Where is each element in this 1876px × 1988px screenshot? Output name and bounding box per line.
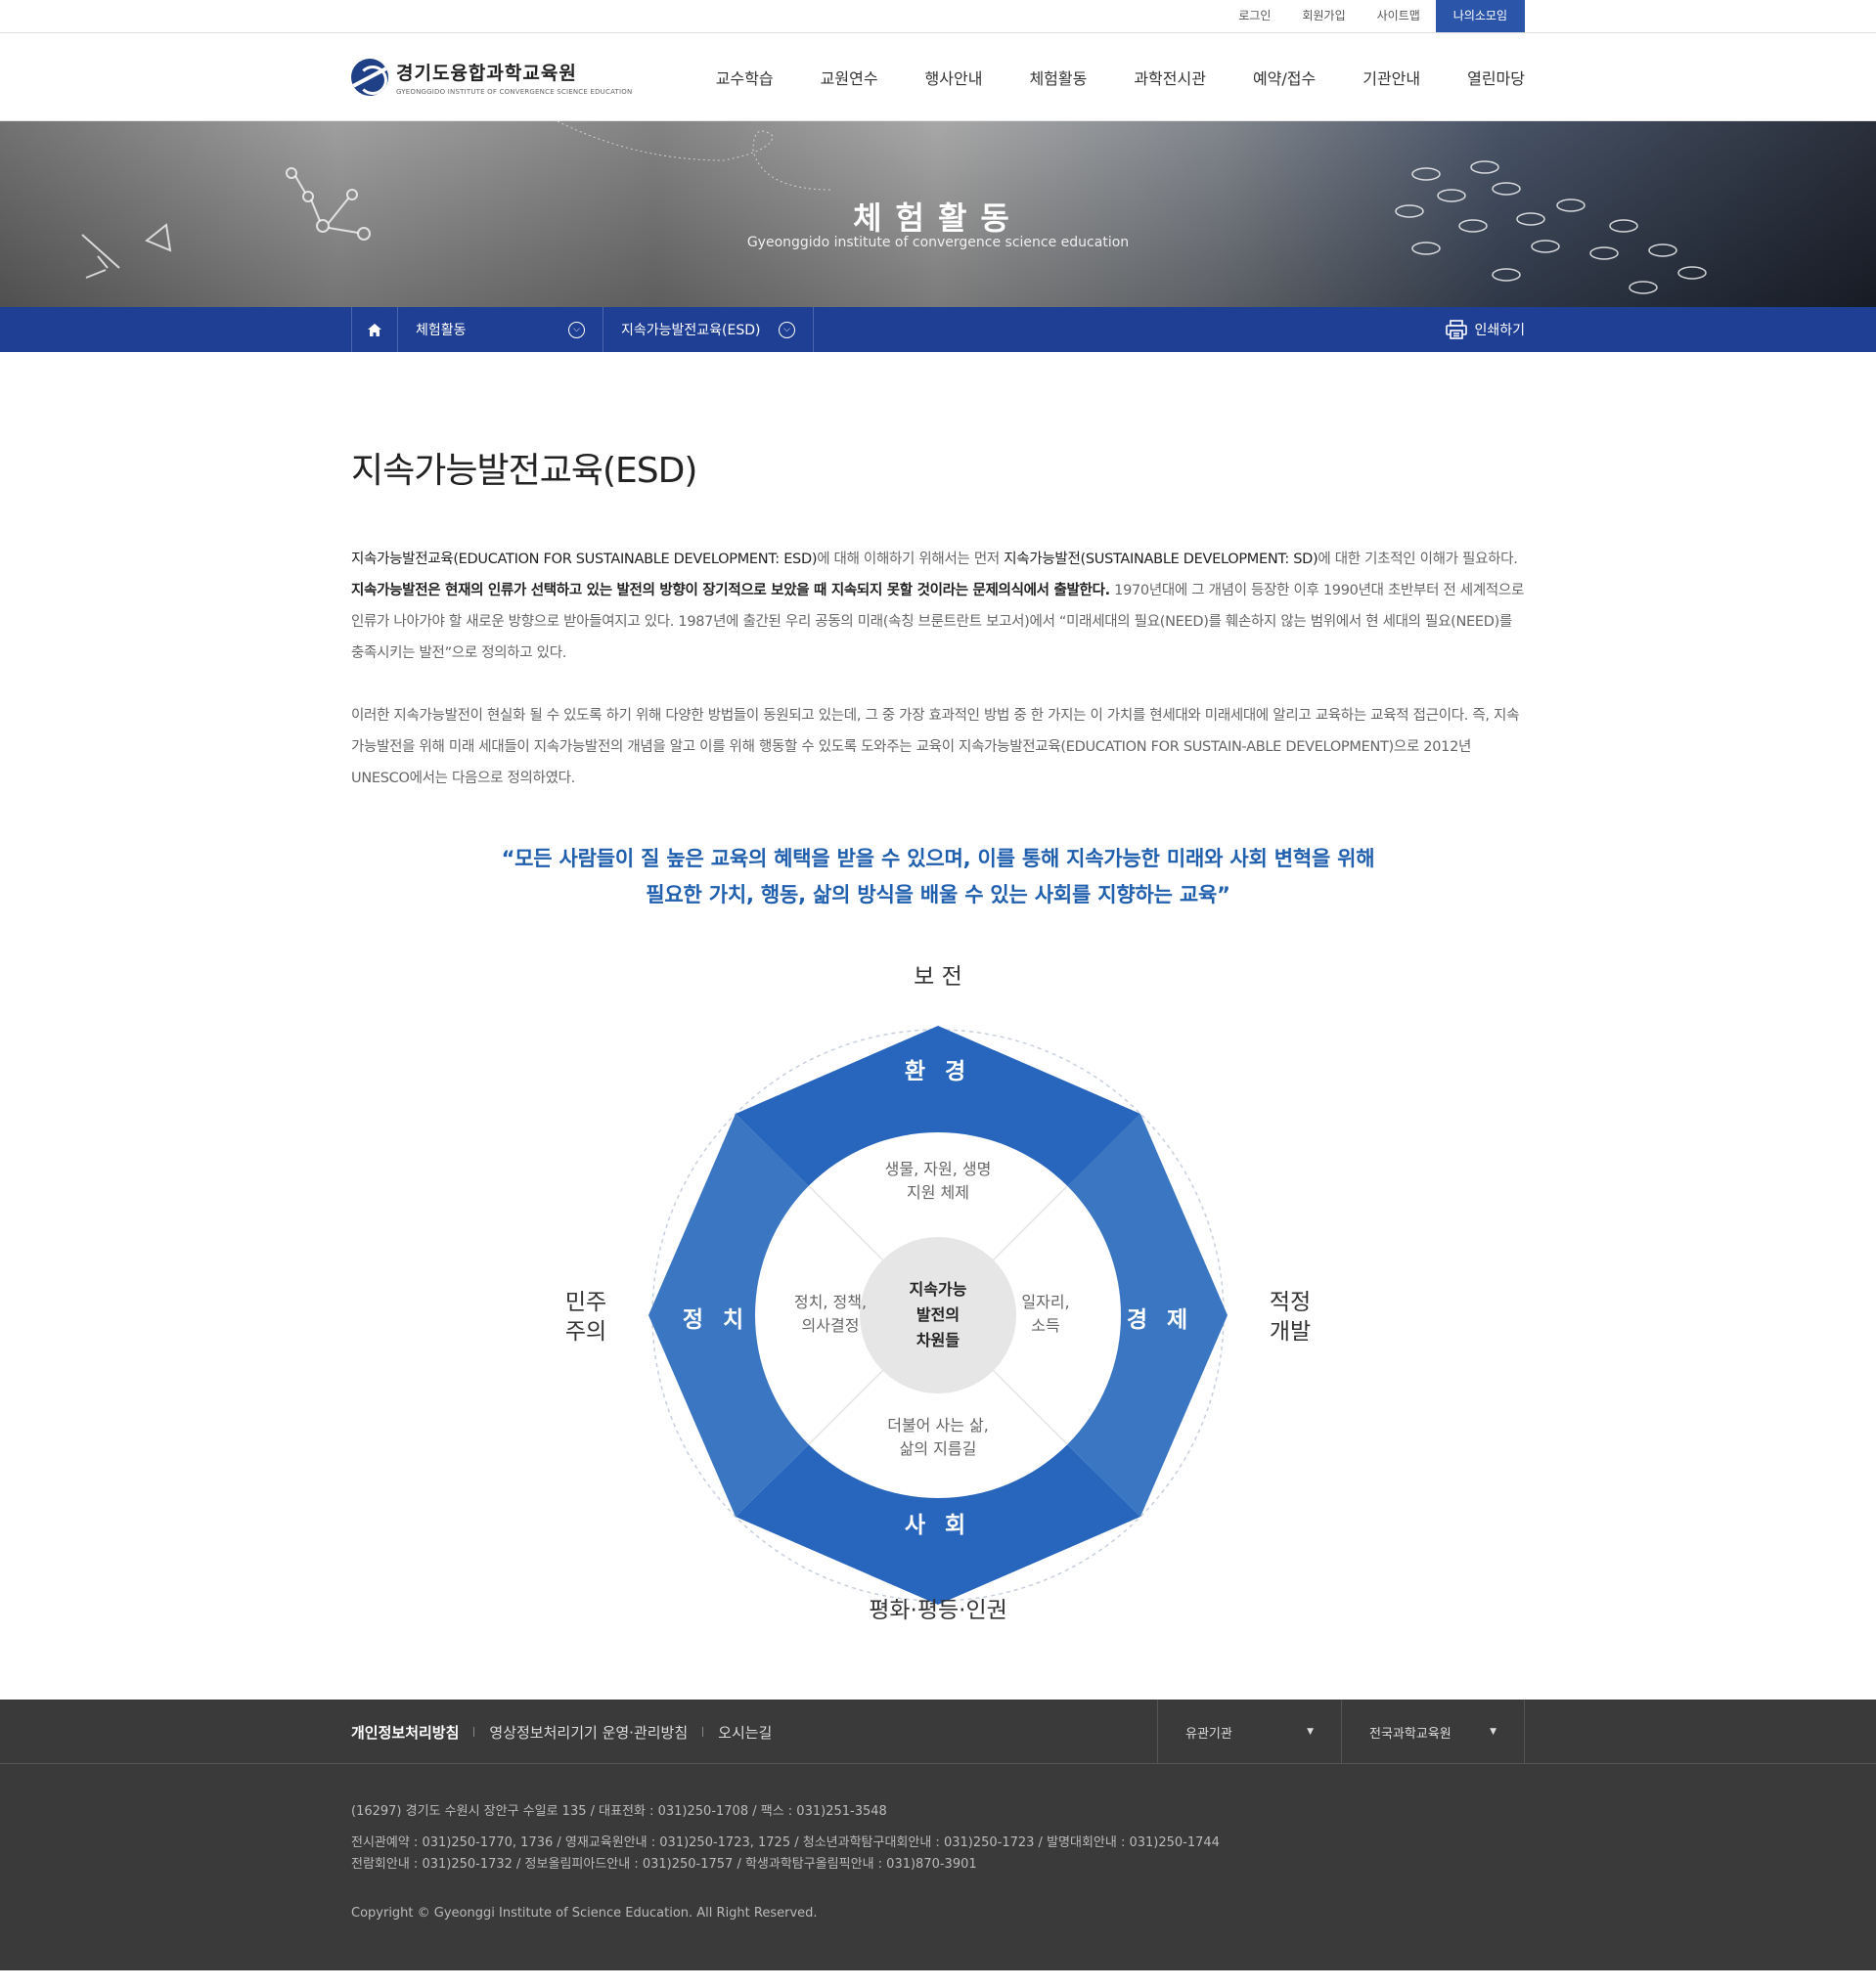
site-footer: 개인정보처리방침 영상정보처리기기 운영·관리방침 오시는길 유관기관 ▼ 전국… — [0, 1700, 1876, 1970]
cctv-policy-link[interactable]: 영상정보처리기기 운영·관리방침 — [489, 1722, 688, 1743]
utility-bar: 로그인 회원가입 사이트맵 나의소모임 — [0, 0, 1876, 33]
location-depth1-label: 체험활동 — [416, 323, 467, 338]
sd-term: 지속가능발전(SUSTAINABLE DEVELOPMENT: SD) — [1004, 552, 1318, 567]
gnb-item-events[interactable]: 행사안내 — [925, 66, 983, 89]
footer-address: (16297) 경기도 수원시 장안구 수일로 135 / 대표전화 : 031… — [351, 1804, 887, 1819]
footer-contact-2: 전람회안내 : 031)250-1732 / 정보올림피아드안내 : 031)2… — [351, 1857, 977, 1872]
inner-label-bottom: 더불어 사는 삶, 삶의 지름길 — [887, 1416, 989, 1458]
privacy-policy-link[interactable]: 개인정보처리방침 — [351, 1722, 459, 1743]
gnb-item-science-hall[interactable]: 과학전시관 — [1134, 66, 1206, 89]
gnb-item-community[interactable]: 열린마당 — [1467, 66, 1525, 89]
footer-links: 개인정보처리방침 영상정보처리기기 운영·관리방침 오시는길 — [351, 1722, 772, 1743]
home-icon[interactable] — [351, 307, 398, 352]
location-bar: 체험활동 ⌵ 지속가능발전교육(ESD) ⌵ 인쇄하기 — [0, 307, 1876, 352]
main-content: 지속가능발전교육(ESD) 지속가능발전교육(EDUCATION FOR SUS… — [0, 352, 1876, 1700]
outer-label-top: 보 전 — [914, 964, 962, 990]
gnb-item-experience[interactable]: 체험활동 — [1029, 66, 1087, 89]
print-label: 인쇄하기 — [1474, 323, 1525, 338]
chevron-down-icon: ⌵ — [779, 321, 795, 338]
banner-title: 체험활동 — [853, 199, 1023, 237]
gnb-item-training[interactable]: 교원연수 — [821, 66, 878, 89]
logo-name-en: GYEONGGIDO INSTITUTE OF CONVERGENCE SCIE… — [396, 88, 633, 96]
location-depth2-dropdown[interactable]: 지속가능발전교육(ESD) ⌵ — [603, 307, 814, 352]
esd-term: 지속가능발전교육(EDUCATION FOR SUSTAINABLE DEVEL… — [351, 552, 818, 567]
logo-name-kr: 경기도융합과학교육원 — [396, 63, 577, 84]
caret-down-icon: ▼ — [1490, 1727, 1496, 1737]
outer-label-bottom: 평화·평등·인권 — [869, 1598, 1007, 1623]
chevron-down-icon: ⌵ — [568, 321, 585, 338]
related-sites-select[interactable]: 유관기관 ▼ — [1157, 1700, 1341, 1764]
print-button[interactable]: 인쇄하기 — [1446, 307, 1525, 352]
sd-highlight: 지속가능발전은 현재의 인류가 선택하고 있는 발전의 방향이 장기적으로 보았… — [351, 583, 1110, 598]
national-institutes-select[interactable]: 전국과학교육원 ▼ — [1341, 1700, 1525, 1764]
footer-contact-1: 전시관예약 : 031)250-1770, 1736 / 영재교육원안내 : 0… — [351, 1835, 1220, 1850]
gnb-item-teaching[interactable]: 교수학습 — [716, 66, 774, 89]
utility-links: 로그인 회원가입 사이트맵 나의소모임 — [1223, 0, 1525, 32]
site-logo[interactable]: 경기도융합과학교육원 GYEONGGIDO INSTITUTE OF CONVE… — [351, 59, 632, 96]
definition-paragraph: 이러한 지속가능발전이 현실화 될 수 있도록 하기 위해 다양한 방법들이 동… — [351, 708, 1520, 786]
ring-label-environment: 환 경 — [904, 1059, 972, 1084]
unesco-quote: “모든 사람들이 질 높은 교육의 혜택을 받을 수 있으며, 이를 통해 지속… — [501, 847, 1375, 906]
main-navigation: 교수학습 교원연수 행사안내 체험활동 과학전시관 예약/접수 기관안내 열린마… — [669, 33, 1525, 121]
site-header: 경기도융합과학교육원 GYEONGGIDO INSTITUTE OF CONVE… — [0, 33, 1876, 121]
printer-icon — [1446, 320, 1468, 339]
intro-paragraph: 지속가능발전교육(EDUCATION FOR SUSTAINABLE DEVEL… — [351, 552, 1524, 661]
join-link[interactable]: 회원가입 — [1286, 0, 1361, 32]
login-link[interactable]: 로그인 — [1223, 0, 1286, 32]
gnb-item-about[interactable]: 기관안내 — [1362, 66, 1420, 89]
caret-down-icon: ▼ — [1307, 1727, 1314, 1737]
directions-link[interactable]: 오시는길 — [718, 1722, 772, 1743]
location-depth2-label: 지속가능발전교육(ESD) — [621, 323, 761, 338]
my-group-link[interactable]: 나의소모임 — [1435, 0, 1525, 32]
esd-dimensions-diagram: 보 전 평화·평등·인권 민주 주의 적정 개발 환 경 사 회 정 치 경 제… — [565, 962, 1311, 1666]
sitemap-link[interactable]: 사이트맵 — [1362, 0, 1436, 32]
sub-visual-banner: 체험활동 Gyeonggido institute of convergence… — [0, 121, 1876, 307]
ring-label-society: 사 회 — [904, 1513, 972, 1538]
banner-subtitle: Gyeonggido institute of convergence scie… — [746, 235, 1130, 250]
page-title: 지속가능발전교육(ESD) — [351, 451, 697, 491]
footer-copyright: Copyright © Gyeonggi Institute of Scienc… — [351, 1906, 818, 1921]
location-depth1-dropdown[interactable]: 체험활동 ⌵ — [398, 307, 603, 352]
center-label: 지속가능 발전의 차원들 — [909, 1280, 967, 1349]
footer-info: (16297) 경기도 수원시 장안구 수일로 135 / 대표전화 : 031… — [351, 1764, 1525, 1924]
gnb-item-reservation[interactable]: 예약/접수 — [1253, 66, 1316, 89]
logo-emblem-icon — [351, 59, 388, 96]
inner-label-top: 생물, 자원, 생명 지원 체제 — [884, 1160, 992, 1202]
